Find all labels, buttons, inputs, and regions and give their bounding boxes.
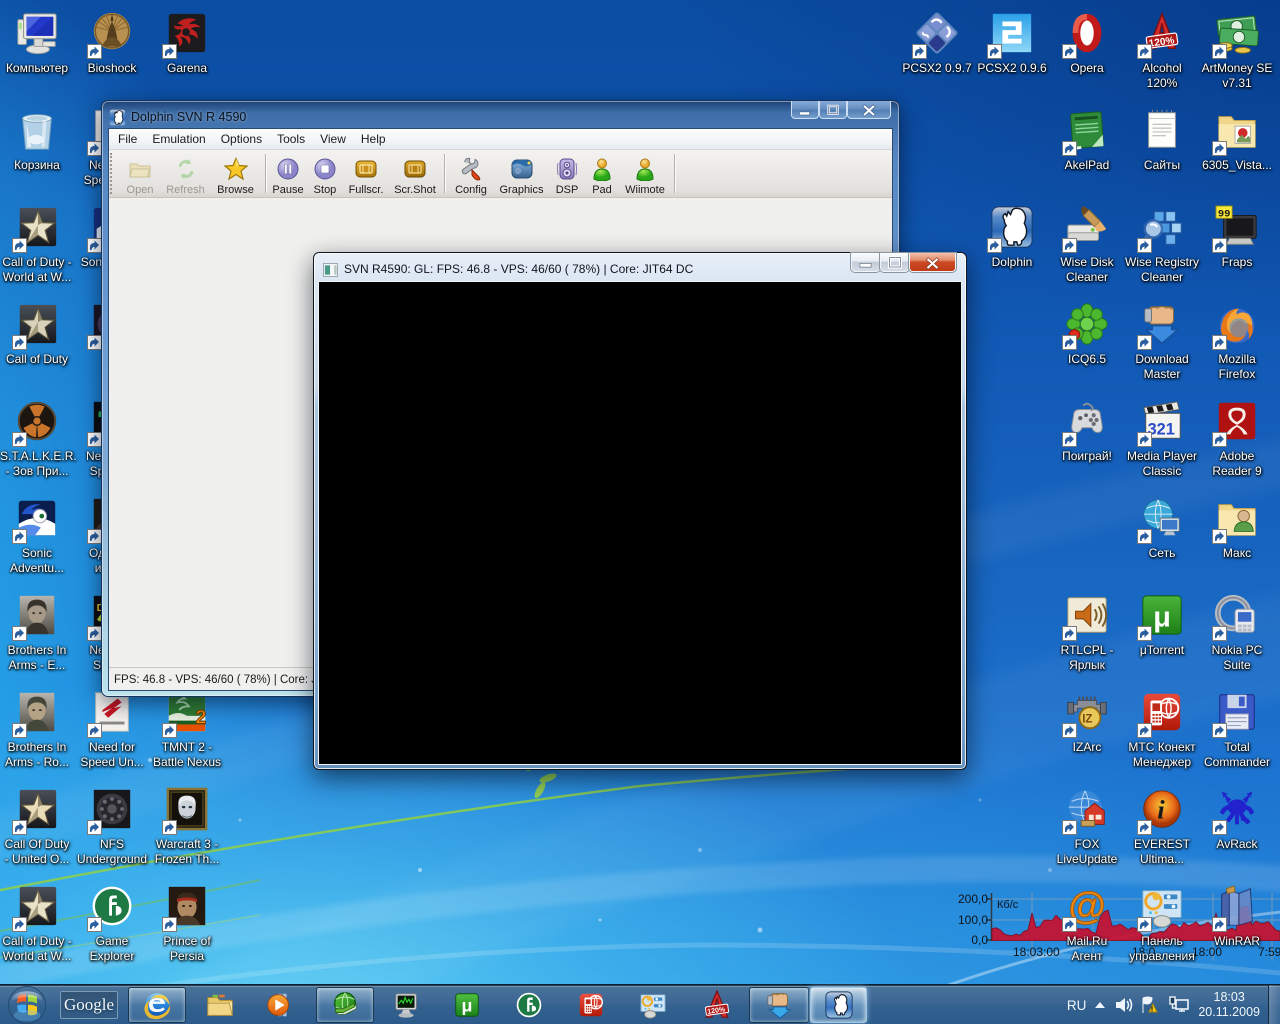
svg-text:99: 99	[1218, 208, 1231, 220]
svg-text:100,0: 100,0	[958, 913, 988, 927]
svg-text:Кб/с: Кб/с	[997, 899, 1019, 911]
svg-text:!: !	[1151, 1007, 1153, 1014]
svg-text:200,0: 200,0	[958, 892, 988, 906]
svg-text:i: i	[1157, 795, 1165, 825]
svg-text:0,0: 0,0	[971, 933, 988, 947]
svg-text:μ: μ	[462, 996, 473, 1016]
svg-text:IZ: IZ	[1082, 714, 1092, 726]
svg-text:2: 2	[196, 708, 207, 729]
svg-text:μ: μ	[1153, 602, 1171, 634]
